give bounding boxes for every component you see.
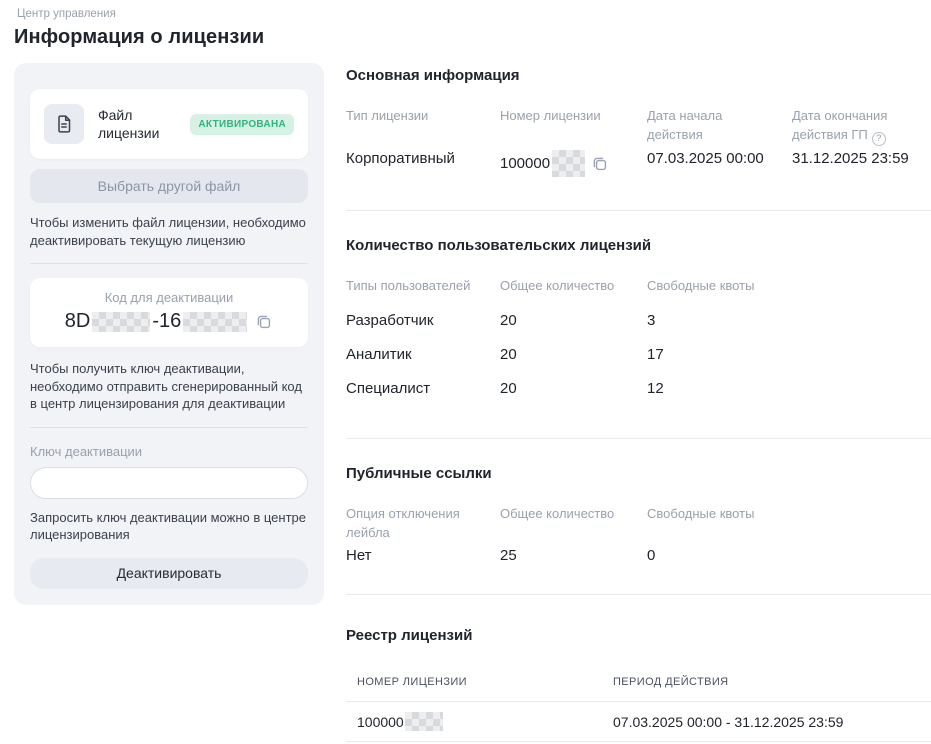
free-quota: 17: [647, 346, 931, 363]
section-title: Реестр лицензий: [346, 627, 931, 644]
license-sidebar-panel: Файл лицензии АКТИВИРОВАНА Выбрать друго…: [14, 63, 324, 605]
column-header: Свободные квоты: [647, 276, 931, 295]
value-license-number: 100000: [500, 150, 647, 177]
registry-license-number: 100000: [346, 702, 602, 741]
section-title: Количество пользовательских лицензий: [346, 237, 931, 254]
label-license-type: Тип лицензии: [346, 106, 500, 150]
value-start-date: 07.03.2025 00:00: [647, 150, 792, 177]
user-type: Аналитик: [346, 346, 500, 363]
document-icon: [44, 104, 84, 144]
code-part-1: 8D: [65, 310, 91, 333]
free-quota: 3: [647, 312, 931, 329]
column-header: Общее количество: [500, 504, 647, 547]
deactivation-key-label: Ключ деактивации: [30, 444, 308, 459]
copy-icon: [255, 313, 273, 331]
section-general-info: Основная информация Тип лицензии Номер л…: [346, 67, 931, 211]
table-row: Специалист 20 12: [346, 372, 931, 406]
license-number-visible: 100000: [357, 714, 404, 730]
license-file-card: Файл лицензии АКТИВИРОВАНА: [30, 89, 308, 159]
deactivation-code-value: 8D -16: [40, 310, 298, 333]
table-row: 100000 07.03.2025 00:00 - 31.12.2025 23:…: [346, 702, 931, 742]
value-end-date: 31.12.2025 23:59: [792, 150, 931, 177]
license-file-label: Файл лицензии: [98, 106, 190, 142]
total-count: 20: [500, 380, 647, 397]
help-icon[interactable]: ?: [872, 132, 886, 146]
sidebar-divider: [30, 427, 308, 428]
total-count: 20: [500, 312, 647, 329]
user-type: Специалист: [346, 380, 500, 397]
section-user-licenses: Количество пользовательских лицензий Тип…: [346, 237, 931, 439]
deactivate-button[interactable]: Деактивировать: [30, 558, 308, 589]
sidebar-divider: [30, 263, 308, 264]
code-hint: Чтобы получить ключ деактивации, необход…: [30, 360, 308, 413]
redacted-code-segment: [92, 312, 150, 332]
table-row: Аналитик 20 17: [346, 338, 931, 372]
page-title: Информация о лицензии: [14, 26, 931, 49]
table-row: Нет 25 0: [346, 547, 931, 564]
redacted-number-segment: [405, 712, 443, 731]
column-header: Свободные квоты: [647, 504, 931, 547]
total-count: 20: [500, 346, 647, 363]
choose-other-file-button[interactable]: Выбрать другой файл: [30, 169, 308, 203]
user-type: Разработчик: [346, 312, 500, 329]
column-header: Номер лицензии: [346, 676, 602, 688]
registry-header-row: Номер лицензии Период действия: [346, 668, 931, 702]
section-title: Публичные ссылки: [346, 465, 931, 482]
label-start-date: Дата начала действия: [647, 106, 792, 150]
free-quota: 0: [647, 547, 931, 564]
column-header: Период действия: [602, 676, 931, 688]
section-title: Основная информация: [346, 67, 931, 84]
redacted-code-segment: [183, 312, 247, 332]
label-end-date: Дата окончания действия ГП?: [792, 106, 931, 150]
change-file-hint: Чтобы изменить файл лицензии, необходимо…: [30, 214, 308, 249]
code-part-2: -16: [152, 310, 181, 333]
copy-number-button[interactable]: [585, 155, 609, 173]
license-info-page: Центр управления Информация о лицензии Ф…: [0, 0, 931, 744]
breadcrumb[interactable]: Центр управления: [17, 8, 931, 20]
column-header: Типы пользователей: [346, 276, 500, 295]
deactivation-code-card: Код для деактивации 8D -16: [30, 278, 308, 347]
section-public-links: Публичные ссылки Опция отключения лейбла…: [346, 465, 931, 595]
table-row: Разработчик 20 3: [346, 304, 931, 338]
status-badge: АКТИВИРОВАНА: [190, 114, 294, 135]
section-license-registry: Реестр лицензий Номер лицензии Период де…: [346, 627, 931, 744]
label-disable-option: Нет: [346, 547, 500, 564]
redacted-number-segment: [552, 150, 585, 177]
registry-period: 07.03.2025 00:00 - 31.12.2025 23:59: [602, 702, 931, 741]
copy-icon: [591, 155, 609, 173]
key-hint: Запросить ключ деактивации можно в центр…: [30, 509, 308, 544]
value-license-type: Корпоративный: [346, 150, 500, 177]
copy-code-button[interactable]: [249, 313, 273, 331]
free-quota: 12: [647, 380, 931, 397]
license-number-visible: 100000: [500, 155, 550, 172]
deactivation-key-input[interactable]: [30, 467, 308, 499]
label-license-number: Номер лицензии: [500, 106, 647, 150]
column-header: Опция отключения лейбла: [346, 504, 500, 547]
license-details: Основная информация Тип лицензии Номер л…: [346, 63, 931, 744]
registry-table: Номер лицензии Период действия 100000 07…: [346, 668, 931, 744]
column-header: Общее количество: [500, 276, 647, 295]
deactivation-code-label: Код для деактивации: [40, 290, 298, 305]
total-count: 25: [500, 547, 647, 564]
